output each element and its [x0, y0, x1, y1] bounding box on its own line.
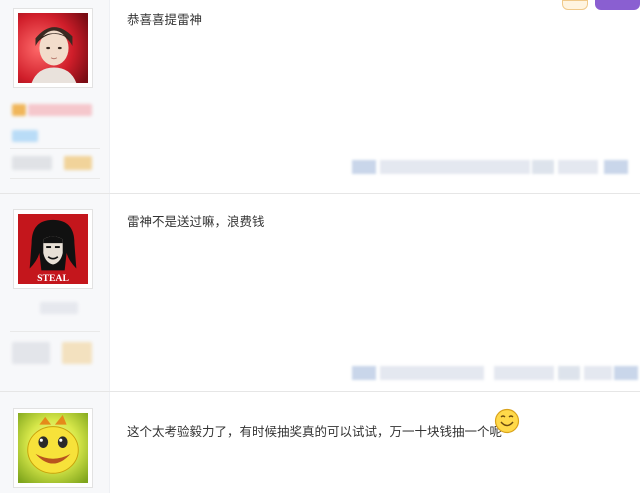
avatar[interactable]	[13, 8, 93, 88]
avatar-steal-poster-icon: STEAL	[18, 214, 88, 284]
username-blur[interactable]	[28, 104, 92, 116]
user-medal-blur	[62, 342, 92, 364]
user-title-blur	[12, 130, 38, 142]
user-level-badge	[12, 104, 26, 116]
post-content: 恭喜喜提雷神	[127, 12, 203, 27]
avatar-boy-portrait	[18, 13, 88, 83]
post-2: STEAL 雷神不是送过嘛，浪费钱	[0, 194, 640, 391]
user-divider	[10, 331, 100, 332]
username-blur[interactable]	[40, 302, 78, 314]
post-tail-info	[352, 160, 628, 174]
user-column: STEAL	[0, 194, 110, 391]
post-3: 这个太考验毅力了，有时候抽奖真的可以试试，万一十块钱抽一个呢	[0, 392, 640, 493]
user-stat-blur	[12, 342, 50, 364]
user-divider	[10, 148, 100, 149]
avatar-steal-poster: STEAL	[18, 214, 88, 284]
avatar-boy-portrait-icon	[18, 13, 88, 83]
post-1: 恭喜喜提雷神	[0, 0, 640, 193]
avatar[interactable]: STEAL	[13, 209, 93, 289]
user-divider	[10, 178, 100, 179]
post-content: 这个太考验毅力了，有时候抽奖真的可以试试，万一十块钱抽一个呢	[127, 424, 503, 439]
post-content: 雷神不是送过嘛，浪费钱	[127, 214, 265, 229]
user-column	[0, 392, 110, 493]
avatar-caption: STEAL	[37, 273, 69, 284]
user-column	[0, 0, 110, 193]
post-tail-info	[352, 366, 638, 380]
user-stat-blur	[12, 156, 52, 170]
user-medal-blur	[64, 156, 92, 170]
avatar-smiley-face	[18, 413, 88, 483]
avatar-smiley-face-icon	[18, 413, 88, 483]
smiley-emoji-icon	[494, 408, 520, 434]
avatar[interactable]	[13, 408, 93, 488]
